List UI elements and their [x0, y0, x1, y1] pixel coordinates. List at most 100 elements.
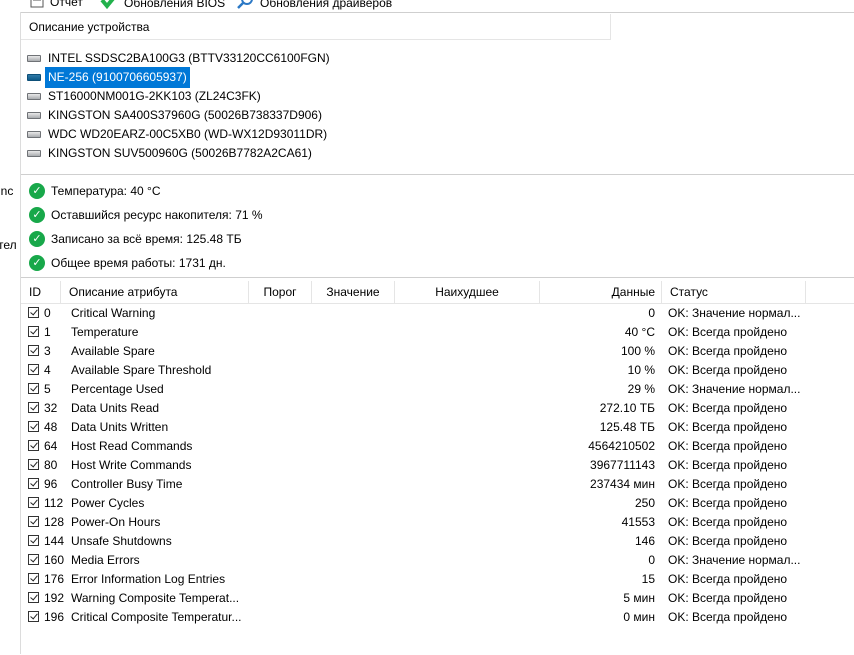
row-checkbox[interactable]	[28, 402, 39, 413]
table-row[interactable]: 32 Data Units Read 272.10 ТБ OK: Всегда про…	[21, 399, 854, 418]
download-check-icon	[100, 0, 118, 12]
cell-data: 10 %	[627, 363, 655, 377]
row-checkbox[interactable]	[28, 478, 39, 489]
ok-check-icon: ✓	[29, 255, 45, 271]
toolbar: Отчет Обновления BIOS Обновления драйвер…	[0, 0, 854, 12]
table-row[interactable]: 1 Temperature 40 °C OK: Всегда пройдено	[21, 323, 854, 342]
table-row[interactable]: 80 Host Write Commands 3967711143 OK: Всегд…	[21, 456, 854, 475]
row-checkbox[interactable]	[28, 554, 39, 565]
table-row[interactable]: 112 Power Cycles 250 OK: Всегда пройдено	[21, 494, 854, 513]
column-header-status[interactable]: Статус	[662, 281, 806, 303]
left-sidebar-strip: inc тел	[0, 12, 21, 654]
row-checkbox[interactable]	[28, 383, 39, 394]
ok-check-icon: ✓	[29, 183, 45, 199]
cell-status: OK: Всегда пройдено	[668, 591, 788, 605]
report-label: Отчет	[50, 0, 83, 9]
ok-check-icon: ✓	[29, 231, 45, 247]
table-row[interactable]: 96 Controller Busy Time 237434 мин OK: Всег…	[21, 475, 854, 494]
table-row[interactable]: 4 Available Spare Threshold 10 % OK: Всегда…	[21, 361, 854, 380]
driver-updates-button[interactable]: Обновления драйверов	[236, 0, 392, 12]
cell-description: Percentage Used	[71, 382, 164, 396]
report-button[interactable]: Отчет	[30, 0, 83, 11]
device-item-selected[interactable]: NE-256 (9100706605937)	[27, 67, 617, 88]
cell-data: 29 %	[627, 382, 655, 396]
cell-status: OK: Всегда пройдено	[668, 363, 788, 377]
row-checkbox[interactable]	[28, 345, 39, 356]
row-checkbox[interactable]	[28, 440, 39, 451]
cell-status: OK: Всегда пройдено	[668, 610, 788, 624]
cell-status: OK: Всегда пройдено	[668, 420, 788, 434]
column-header-threshold[interactable]: Порог	[249, 281, 312, 303]
device-item[interactable]: KINGSTON SA400S37960G (50026B738337D906)	[27, 106, 617, 125]
cell-status: OK: Всегда пройдено	[668, 458, 788, 472]
ok-check-icon: ✓	[29, 207, 45, 223]
cell-data: 250	[634, 496, 655, 510]
device-label: INTEL SSDSC2BA100G3 (BTTV33120CC6100FGN)	[48, 51, 330, 65]
cell-data: 0	[648, 306, 655, 320]
device-item[interactable]: KINGSTON SUV500960G (50026B7782A2CA61)	[27, 144, 617, 163]
device-item[interactable]: WDC WD20EARZ-00C5XB0 (WD-WX12D93011DR)	[27, 125, 617, 144]
cell-description: Temperature	[71, 325, 139, 339]
drive-icon	[27, 93, 41, 100]
cell-data: 4564210502	[588, 439, 655, 453]
device-list-header[interactable]: Описание устройства	[21, 14, 611, 40]
row-checkbox[interactable]	[28, 535, 39, 546]
column-header-data[interactable]: Данные	[540, 281, 662, 303]
table-row[interactable]: 0 Critical Warning 0 OK: Значение нормал...	[21, 304, 854, 323]
table-row[interactable]: 160 Media Errors 0 OK: Значение нормал...	[21, 551, 854, 570]
table-row[interactable]: 64 Host Read Commands 4564210502 OK: Всегда…	[21, 437, 854, 456]
cell-description: Warning Composite Temperat...	[71, 591, 240, 605]
cell-description: Data Units Written	[71, 420, 169, 434]
device-item[interactable]: INTEL SSDSC2BA100G3 (BTTV33120CC6100FGN)	[27, 49, 617, 68]
cell-status: OK: Значение нормал...	[668, 553, 801, 567]
drive-icon	[27, 112, 41, 119]
drive-icon	[27, 74, 41, 81]
row-checkbox[interactable]	[28, 516, 39, 527]
drive-icon	[27, 55, 41, 62]
cell-data: 146	[634, 534, 655, 548]
column-header-description[interactable]: Описание атрибута	[61, 281, 249, 303]
column-header-worst[interactable]: Наихудшее	[395, 281, 540, 303]
bios-updates-button[interactable]: Обновления BIOS	[100, 0, 225, 12]
divider	[21, 277, 854, 278]
device-label: KINGSTON SUV500960G (50026B7782A2CA61)	[48, 146, 312, 160]
table-row[interactable]: 3 Available Spare 100 % OK: Всегда пройдено	[21, 342, 854, 361]
row-checkbox[interactable]	[28, 326, 39, 337]
cell-status: OK: Значение нормал...	[668, 306, 801, 320]
device-item[interactable]: ST16000NM001G-2KK103 (ZL24C3FK)	[27, 87, 617, 106]
table-row[interactable]: 128 Power-On Hours 41553 OK: Всегда пройден…	[21, 513, 854, 532]
row-checkbox[interactable]	[28, 611, 39, 622]
row-checkbox[interactable]	[28, 592, 39, 603]
table-row[interactable]: 176 Error Information Log Entries 15 OK: Вс…	[21, 570, 854, 589]
main-panel: Описание устройства INTEL SSDSC2BA100G3 …	[21, 12, 854, 655]
column-header-id[interactable]: ID	[21, 281, 61, 303]
status-total-written: Записано за всё время: 125.48 ТБ	[51, 232, 242, 246]
table-row[interactable]: 5 Percentage Used 29 % OK: Значение нормал.…	[21, 380, 854, 399]
row-checkbox[interactable]	[28, 459, 39, 470]
driver-updates-label: Обновления драйверов	[260, 0, 393, 10]
sidebar-fragment: тел	[0, 238, 17, 252]
table-row[interactable]: 196 Critical Composite Temperatur... 0 мин…	[21, 608, 854, 627]
device-label: KINGSTON SA400S37960G (50026B738337D906)	[48, 108, 322, 122]
row-checkbox[interactable]	[28, 573, 39, 584]
cell-description: Error Information Log Entries	[71, 572, 226, 586]
cell-status: OK: Значение нормал...	[668, 382, 801, 396]
status-item: ✓ Температура: 40 °C	[29, 179, 263, 203]
table-row[interactable]: 192 Warning Composite Temperat... 5 мин OK:…	[21, 589, 854, 608]
row-checkbox[interactable]	[28, 364, 39, 375]
drive-icon	[27, 131, 41, 138]
row-checkbox[interactable]	[28, 421, 39, 432]
divider	[21, 174, 854, 175]
cell-status: OK: Всегда пройдено	[668, 325, 788, 339]
row-checkbox[interactable]	[28, 497, 39, 508]
bios-updates-label: Обновления BIOS	[124, 0, 226, 10]
cell-description: Controller Busy Time	[71, 477, 183, 491]
table-row[interactable]: 48 Data Units Written 125.48 ТБ OK: Всегда …	[21, 418, 854, 437]
cell-status: OK: Всегда пройдено	[668, 534, 788, 548]
column-header-value[interactable]: Значение	[312, 281, 395, 303]
table-row[interactable]: 144 Unsafe Shutdowns 146 OK: Всегда пройден…	[21, 532, 854, 551]
cell-data: 125.48 ТБ	[599, 420, 655, 434]
cell-status: OK: Всегда пройдено	[668, 572, 788, 586]
attribute-table-header: ID Описание атрибута Порог Значение Наих…	[21, 281, 854, 304]
row-checkbox[interactable]	[28, 307, 39, 318]
